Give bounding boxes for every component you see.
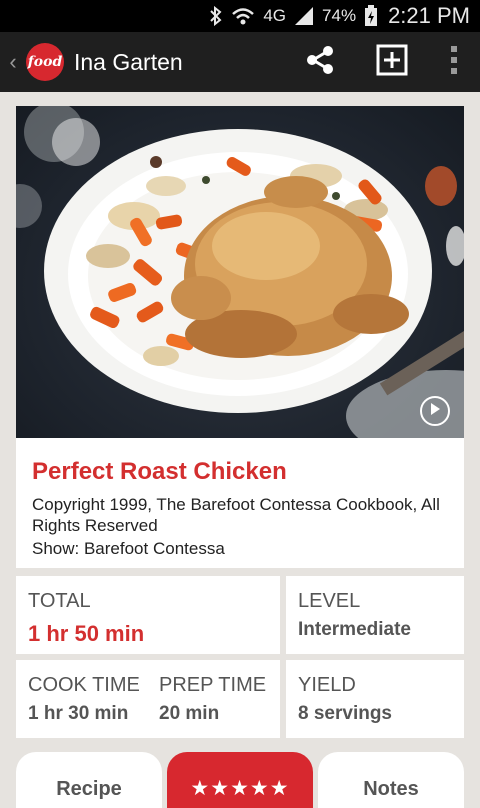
level-cell: LEVEL Intermediate: [286, 576, 464, 654]
cook-time-label: COOK TIME: [28, 674, 140, 696]
prep-time-value: 20 min: [159, 703, 220, 724]
share-button[interactable]: [284, 32, 356, 92]
wifi-icon: [231, 6, 255, 26]
yield-cell: YIELD 8 servings: [286, 660, 464, 738]
recipe-show[interactable]: Show: Barefoot Contessa: [32, 539, 448, 559]
yield-label: YIELD: [298, 674, 356, 696]
share-icon: [304, 44, 336, 81]
app-bar: ‹ food Ina Garten: [0, 32, 480, 92]
recipe-photo[interactable]: [16, 106, 464, 438]
overflow-menu-icon: [450, 45, 458, 80]
back-icon[interactable]: ‹: [0, 49, 26, 75]
recipe-info-card: Perfect Roast Chicken Copyright 1999, Th…: [16, 438, 464, 568]
bluetooth-icon: [209, 6, 223, 26]
food-network-logo[interactable]: food: [26, 43, 64, 81]
play-icon: [429, 402, 441, 421]
add-icon: [376, 44, 408, 81]
recipe-tabs: Recipe ★★★★★ Notes: [0, 752, 480, 808]
battery-percent: 74%: [322, 6, 357, 25]
level-value: Intermediate: [298, 619, 411, 640]
signal-icon: [294, 6, 314, 26]
recipe-copyright: Copyright 1999, The Barefoot Contessa Co…: [32, 495, 440, 535]
add-button[interactable]: [356, 32, 428, 92]
battery-icon: [364, 5, 378, 27]
prep-time-label: PREP TIME: [159, 674, 267, 696]
roast-chicken-illustration: [16, 106, 464, 438]
network-type: 4G: [263, 6, 287, 25]
level-label: LEVEL: [298, 590, 361, 612]
cook-prep-cell: COOK TIME 1 hr 30 min PREP TIME 20 min: [16, 660, 280, 738]
cook-time-value: 1 hr 30 min: [28, 703, 129, 724]
clock: 2:21 PM: [388, 3, 470, 28]
play-video-button[interactable]: [420, 396, 450, 426]
total-value: 1 hr 50 min: [28, 621, 145, 646]
status-bar: 4G 74% 2:21 PM: [0, 0, 480, 32]
app-title: Ina Garten: [74, 48, 183, 75]
recipe-title: Perfect Roast Chicken: [32, 458, 287, 485]
total-label: TOTAL: [28, 590, 91, 612]
overflow-menu-button[interactable]: [428, 32, 480, 92]
yield-value: 8 servings: [298, 703, 392, 724]
total-time-cell: TOTAL 1 hr 50 min: [16, 576, 280, 654]
